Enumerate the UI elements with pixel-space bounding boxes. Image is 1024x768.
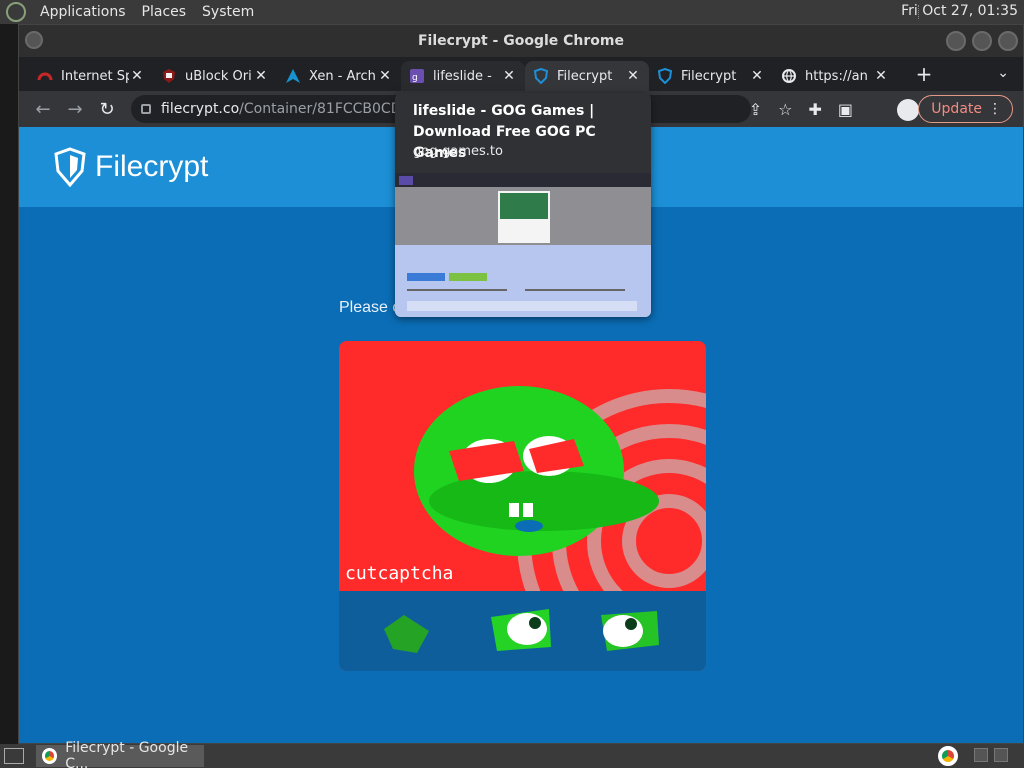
hover-card-url: gog-games.to xyxy=(413,144,503,159)
window-title: Filecrypt - Google Chrome xyxy=(417,33,625,49)
filecrypt-shield-icon xyxy=(533,68,549,84)
places-menu[interactable]: Places xyxy=(134,4,195,20)
toolbar-icons: ⇪ ☆ ✚ ▣ xyxy=(749,100,853,119)
tab-label: uBlock Ori xyxy=(185,68,252,84)
reload-icon[interactable]: ↻ xyxy=(91,99,123,120)
tab-internet-speed[interactable]: Internet Sp ✕ xyxy=(29,61,153,91)
new-tab-icon[interactable]: + xyxy=(909,62,939,86)
menu-logo-icon[interactable] xyxy=(6,2,26,22)
globe-icon xyxy=(782,69,796,83)
arch-icon xyxy=(286,69,300,83)
captcha-image xyxy=(339,341,706,591)
close-tab-icon[interactable]: ✕ xyxy=(625,68,641,84)
close-tab-icon[interactable]: ✕ xyxy=(501,68,517,84)
captcha-widget[interactable]: cutcaptcha xyxy=(339,341,706,671)
hover-card-preview xyxy=(395,173,651,317)
back-icon[interactable]: ← xyxy=(27,99,59,120)
taskbar: Filecrypt - Google C... xyxy=(0,740,1024,768)
tab-label: https://an xyxy=(805,68,868,84)
taskbar-chrome-window[interactable]: Filecrypt - Google C... xyxy=(36,740,204,768)
window-menu-icon[interactable] xyxy=(25,31,43,49)
forward-icon[interactable]: → xyxy=(59,99,91,120)
lock-icon[interactable] xyxy=(141,104,151,114)
tab-label: lifeslide - xyxy=(433,68,492,84)
tab-https[interactable]: https://an ✕ xyxy=(773,61,897,91)
url-host: filecrypt.co xyxy=(161,101,240,117)
tab-search-chevron-icon[interactable]: ⌄ xyxy=(997,65,1009,81)
minimize-icon[interactable] xyxy=(946,31,966,51)
tab-label: Filecrypt xyxy=(557,68,613,84)
update-button[interactable]: Update ⋮ xyxy=(918,95,1013,123)
captcha-choice-3[interactable] xyxy=(601,611,659,651)
close-window-icon[interactable] xyxy=(998,31,1018,51)
tab-filecrypt[interactable]: Filecrypt ✕ xyxy=(649,61,773,91)
close-tab-icon[interactable]: ✕ xyxy=(873,68,889,84)
ublock-icon xyxy=(163,69,175,83)
tab-ublock[interactable]: uBlock Ori ✕ xyxy=(153,61,277,91)
tab-lifeslide[interactable]: g lifeslide - ✕ xyxy=(401,61,525,91)
side-panel-icon[interactable]: ▣ xyxy=(838,100,853,119)
chrome-menu-icon[interactable]: ⋮ xyxy=(988,101,1002,117)
tab-label: Internet Sp xyxy=(61,68,129,84)
filecrypt-logo-icon[interactable] xyxy=(53,147,87,187)
desktop-edge xyxy=(0,24,18,744)
close-tab-icon[interactable]: ✕ xyxy=(253,68,269,84)
chrome-icon xyxy=(42,748,58,764)
extensions-icon[interactable]: ✚ xyxy=(808,100,821,119)
window-titlebar[interactable]: Filecrypt - Google Chrome xyxy=(19,25,1023,57)
applications-menu[interactable]: Applications xyxy=(32,4,134,20)
captcha-choices xyxy=(339,591,706,671)
close-tab-icon[interactable]: ✕ xyxy=(129,68,145,84)
speedtest-icon xyxy=(37,72,53,81)
captcha-choice-1[interactable] xyxy=(384,615,429,653)
update-label: Update xyxy=(931,101,982,117)
tab-filecrypt-active[interactable]: Filecrypt ✕ xyxy=(525,61,649,91)
maximize-icon[interactable] xyxy=(972,31,992,51)
top-panel: Applications Places System Fri Oct 27, 0… xyxy=(0,0,1024,24)
tab-hover-card: lifeslide - GOG Games | Download Free GO… xyxy=(395,93,651,317)
system-menu[interactable]: System xyxy=(194,4,262,20)
gog-icon: g xyxy=(410,69,424,83)
workspace-2-icon[interactable] xyxy=(994,748,1008,762)
tab-strip: Internet Sp ✕ uBlock Ori ✕ Xen - Arch ✕ … xyxy=(19,57,1023,91)
tab-label: Filecrypt xyxy=(681,68,737,84)
taskbar-item-label: Filecrypt - Google C... xyxy=(65,740,189,768)
filecrypt-shield-icon xyxy=(657,68,673,84)
show-desktop-icon[interactable] xyxy=(4,748,24,764)
site-name[interactable]: Filecrypt xyxy=(95,150,208,184)
close-tab-icon[interactable]: ✕ xyxy=(377,68,393,84)
cutcaptcha-logo: cutcaptcha xyxy=(345,563,454,584)
tab-xen-arch[interactable]: Xen - Arch ✕ xyxy=(277,61,401,91)
profile-avatar-icon[interactable] xyxy=(897,99,919,121)
close-tab-icon[interactable]: ✕ xyxy=(749,68,765,84)
tab-label: Xen - Arch xyxy=(309,68,376,84)
clock[interactable]: Fri Oct 27, 01:35 xyxy=(901,3,1018,19)
svg-text:g: g xyxy=(412,73,418,83)
workspace-1-icon[interactable] xyxy=(974,748,988,762)
bookmark-star-icon[interactable]: ☆ xyxy=(778,100,792,119)
share-icon[interactable]: ⇪ xyxy=(749,100,762,119)
tray-chrome-icon[interactable] xyxy=(938,746,958,766)
captcha-choice-2[interactable] xyxy=(491,609,551,651)
